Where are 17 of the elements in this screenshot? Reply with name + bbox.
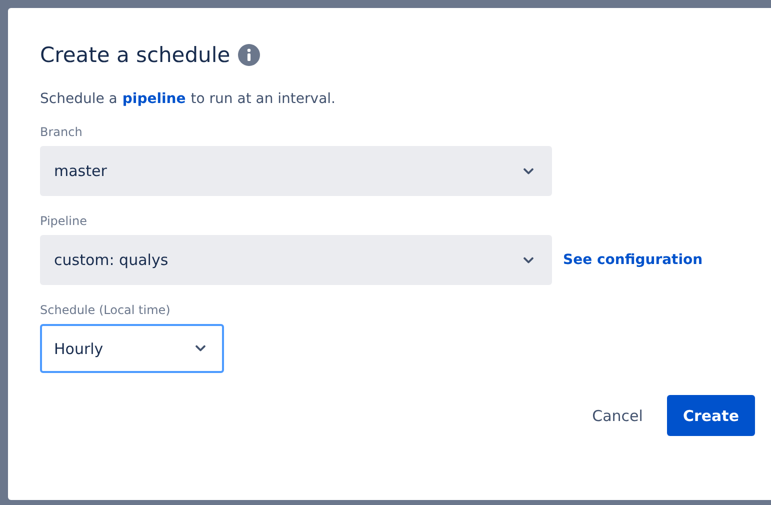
chevron-down-icon: [195, 345, 206, 352]
cancel-button[interactable]: Cancel: [576, 395, 659, 436]
field-label: Branch: [40, 125, 84, 139]
select-field[interactable]: Hourly: [40, 324, 224, 373]
pipeline-link[interactable]: pipeline: [122, 91, 186, 107]
chevron-down-icon: [523, 168, 534, 174]
field-label: Schedule (Local time): [40, 303, 172, 317]
create-button[interactable]: Create: [666, 395, 755, 436]
dialog-title: Create a schedule: [40, 43, 230, 67]
info-icon[interactable]: [238, 44, 260, 66]
description-text: Schedule a: [40, 91, 118, 107]
field-label: Pipeline: [40, 214, 88, 228]
description-text: to run at an interval.: [190, 91, 336, 107]
see-configuration-link[interactable]: See configuration: [563, 252, 703, 268]
select-field[interactable]: master: [40, 146, 552, 196]
select-field[interactable]: custom: qualys: [40, 235, 552, 285]
chevron-down-icon: [523, 256, 534, 264]
